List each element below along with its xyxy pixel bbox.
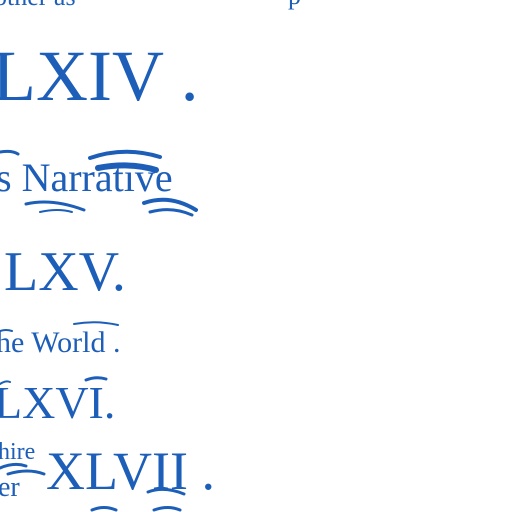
top-fragment-right: p — [288, 0, 301, 9]
pen-stroke — [0, 149, 20, 156]
fragment-mire: hire — [0, 439, 36, 465]
numeral-lxv: LXV. — [4, 241, 126, 303]
pen-stroke — [142, 197, 198, 212]
top-fragment: other as — [0, 0, 76, 10]
heading-world: he World . — [0, 326, 121, 359]
pen-stroke — [90, 506, 118, 512]
numeral-lxvi: LXVI. — [0, 377, 116, 428]
pen-stroke — [39, 209, 73, 213]
numeral-lxiv: LXIV . — [0, 36, 199, 116]
pen-stroke — [73, 321, 119, 326]
pen-stroke — [152, 506, 182, 512]
pen-stroke — [24, 200, 86, 212]
numeral-xlvii: XLVII . — [46, 441, 215, 501]
heading-narrative: s Narrative — [0, 155, 173, 200]
pen-stroke — [148, 208, 194, 217]
fragment-er: er — [0, 472, 20, 503]
